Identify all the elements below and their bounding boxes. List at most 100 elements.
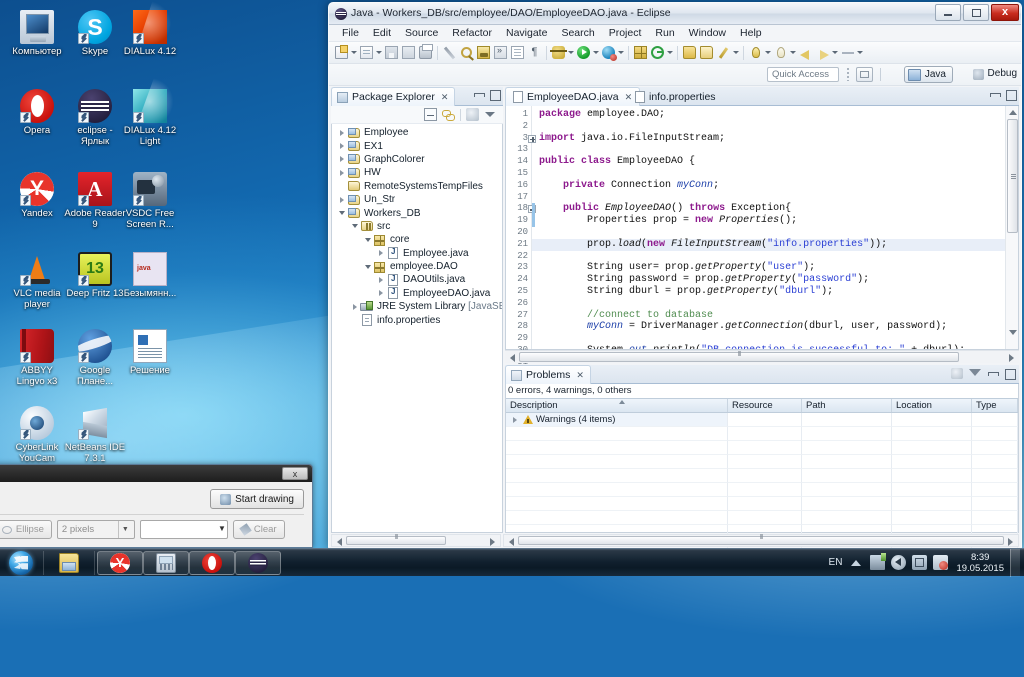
tree-item[interactable]: Employee.java <box>332 247 502 260</box>
start-button[interactable] <box>1 550 41 576</box>
minimize-button[interactable] <box>935 4 961 21</box>
column-header-path[interactable]: Path <box>802 399 892 412</box>
forward-button[interactable] <box>815 45 830 61</box>
desktop-icon-computer[interactable]: Компьютер <box>6 10 68 58</box>
expand-arrow-icon[interactable] <box>510 417 520 423</box>
close-button[interactable]: x <box>991 4 1019 21</box>
menu-help[interactable]: Help <box>733 26 769 41</box>
back-button[interactable] <box>798 45 813 61</box>
desktop-icon-document[interactable]: Решение <box>119 329 181 377</box>
start-drawing-button[interactable]: Start drawing <box>210 489 304 509</box>
taskbar-button-yandex[interactable] <box>97 550 143 575</box>
build-button[interactable] <box>476 45 491 61</box>
desktop-icon-adobe-reader[interactable]: Adobe Reader 9 <box>64 172 126 230</box>
minimize-view-icon[interactable] <box>989 89 1001 100</box>
editor-horizontal-scrollbar[interactable] <box>505 350 1019 363</box>
scrollbar-thumb[interactable] <box>346 536 446 545</box>
save-all-button[interactable] <box>401 45 416 61</box>
filter-icon[interactable] <box>969 368 981 379</box>
package-explorer-tree[interactable]: Employee EX1 GraphColorer HW RemoteSystemsTe… <box>331 124 503 533</box>
system-tray[interactable]: EN 8:39 19.05.2015 <box>829 548 1024 577</box>
expand-arrow-icon[interactable] <box>336 170 347 176</box>
language-indicator[interactable]: EN <box>829 557 843 568</box>
problems-controls[interactable] <box>951 368 1016 380</box>
perspective-debug-button[interactable]: Debug <box>972 67 1017 82</box>
annotation2-button[interactable] <box>773 45 788 61</box>
close-icon[interactable]: ✕ <box>441 92 449 103</box>
scrollbar-thumb[interactable] <box>519 352 959 362</box>
tree-item[interactable]: EmployeeDAO.java <box>332 287 502 300</box>
expand-arrow-icon[interactable] <box>336 143 347 149</box>
maximize-view-icon[interactable] <box>489 89 501 101</box>
annotation2-dropdown-arrow[interactable] <box>789 45 797 61</box>
forward-dropdown-arrow[interactable] <box>831 45 839 61</box>
menu-edit[interactable]: Edit <box>366 26 398 41</box>
tree-item[interactable]: Un_Str <box>332 193 502 206</box>
scroll-right-icon[interactable] <box>1007 353 1016 362</box>
menu-refactor[interactable]: Refactor <box>445 26 499 41</box>
debug-button[interactable] <box>550 45 567 61</box>
expand-arrow-icon[interactable] <box>375 290 386 296</box>
desktop-icon-cyberlink-youcam[interactable]: CyberLink YouCam <box>6 406 68 464</box>
menu-project[interactable]: Project <box>602 26 649 41</box>
package-explorer-tabrow[interactable]: Package Explorer ✕ <box>331 87 503 106</box>
desktop-icon-vlc[interactable]: VLC media player <box>6 252 68 310</box>
new-wizard-dropdown-arrow[interactable] <box>375 45 383 61</box>
desktop-icon-deep-fritz[interactable]: Deep Fritz 13 <box>64 252 126 300</box>
problems-horizontal-scrollbar[interactable] <box>503 534 1019 547</box>
last-edit-dropdown-arrow[interactable] <box>856 45 864 61</box>
desktop-icon-skype[interactable]: Skype <box>64 10 126 58</box>
scroll-down-icon[interactable] <box>1008 328 1017 337</box>
taskbar-button-calculator[interactable] <box>143 550 189 575</box>
maximize-view-icon[interactable] <box>1004 368 1016 380</box>
expand-arrow-icon[interactable] <box>336 156 347 162</box>
expand-arrow-icon[interactable] <box>375 277 386 283</box>
tab-problems[interactable]: Problems ✕ <box>505 365 591 384</box>
minimize-view-icon[interactable] <box>473 89 485 100</box>
package-explorer-controls[interactable] <box>473 89 501 101</box>
menu-run[interactable]: Run <box>648 26 681 41</box>
network-icon[interactable] <box>870 553 887 570</box>
clear-button[interactable]: Clear <box>232 520 285 539</box>
menu-window[interactable]: Window <box>682 26 733 41</box>
menu-source[interactable]: Source <box>398 26 445 41</box>
menu-file[interactable]: File <box>335 26 366 41</box>
scroll-right-icon[interactable] <box>488 537 497 546</box>
tree-item[interactable]: GraphColorer <box>332 153 502 166</box>
main-toolbar[interactable] <box>329 42 1021 64</box>
collapse-arrow-icon[interactable] <box>362 238 373 242</box>
expand-arrow-icon[interactable] <box>349 304 360 310</box>
tree-item[interactable]: Workers_DB <box>332 206 502 219</box>
close-icon[interactable]: ✕ <box>576 370 584 381</box>
source-code[interactable]: package employee.DAO; import java.io.File… <box>532 106 1005 349</box>
new-button[interactable] <box>334 45 349 61</box>
maximize-view-icon[interactable] <box>1005 89 1017 101</box>
show-hidden-icons-icon[interactable] <box>851 557 862 568</box>
quick-access-input[interactable]: Quick Access <box>767 67 839 82</box>
search-button[interactable] <box>459 45 474 61</box>
thickness-select[interactable]: 2 pixels ▼ <box>56 520 135 539</box>
link-with-editor-icon[interactable] <box>442 108 455 121</box>
tab-info-properties[interactable]: info.properties <box>628 87 723 106</box>
collapse-all-icon[interactable] <box>424 108 437 121</box>
scrollbar-thumb[interactable] <box>1007 119 1018 233</box>
drawing-app-window[interactable]: x 46.770 Start drawing tangle Ellipse 2 … <box>0 464 313 548</box>
taskbar-button-eclipse[interactable] <box>235 550 281 575</box>
run-external-dropdown-arrow[interactable] <box>617 45 625 61</box>
column-header-location[interactable]: Location <box>892 399 972 412</box>
expand-arrow-icon[interactable] <box>336 130 347 136</box>
last-edit-button[interactable] <box>840 45 855 61</box>
save-button[interactable] <box>384 45 399 61</box>
drawing-app-titlebar[interactable]: x <box>0 465 312 482</box>
external-tools-button[interactable] <box>493 45 508 61</box>
desktop-icon-vsdc[interactable]: VSDC Free Screen R... <box>119 172 181 230</box>
tab-employeedao-java[interactable]: EmployeeDAO.java ✕ <box>505 87 641 106</box>
chevron-down-icon[interactable]: ▼ <box>117 521 132 538</box>
new-class-dropdown-arrow[interactable] <box>666 45 674 61</box>
open-perspective-button[interactable] <box>856 67 873 82</box>
toolbar-grip[interactable] <box>847 68 849 81</box>
editor-vertical-scrollbar[interactable] <box>1005 106 1018 349</box>
tree-item[interactable]: EX1 <box>332 139 502 152</box>
tab-package-explorer[interactable]: Package Explorer ✕ <box>331 87 456 106</box>
table-row[interactable]: Warnings (4 items) <box>506 413 1018 427</box>
